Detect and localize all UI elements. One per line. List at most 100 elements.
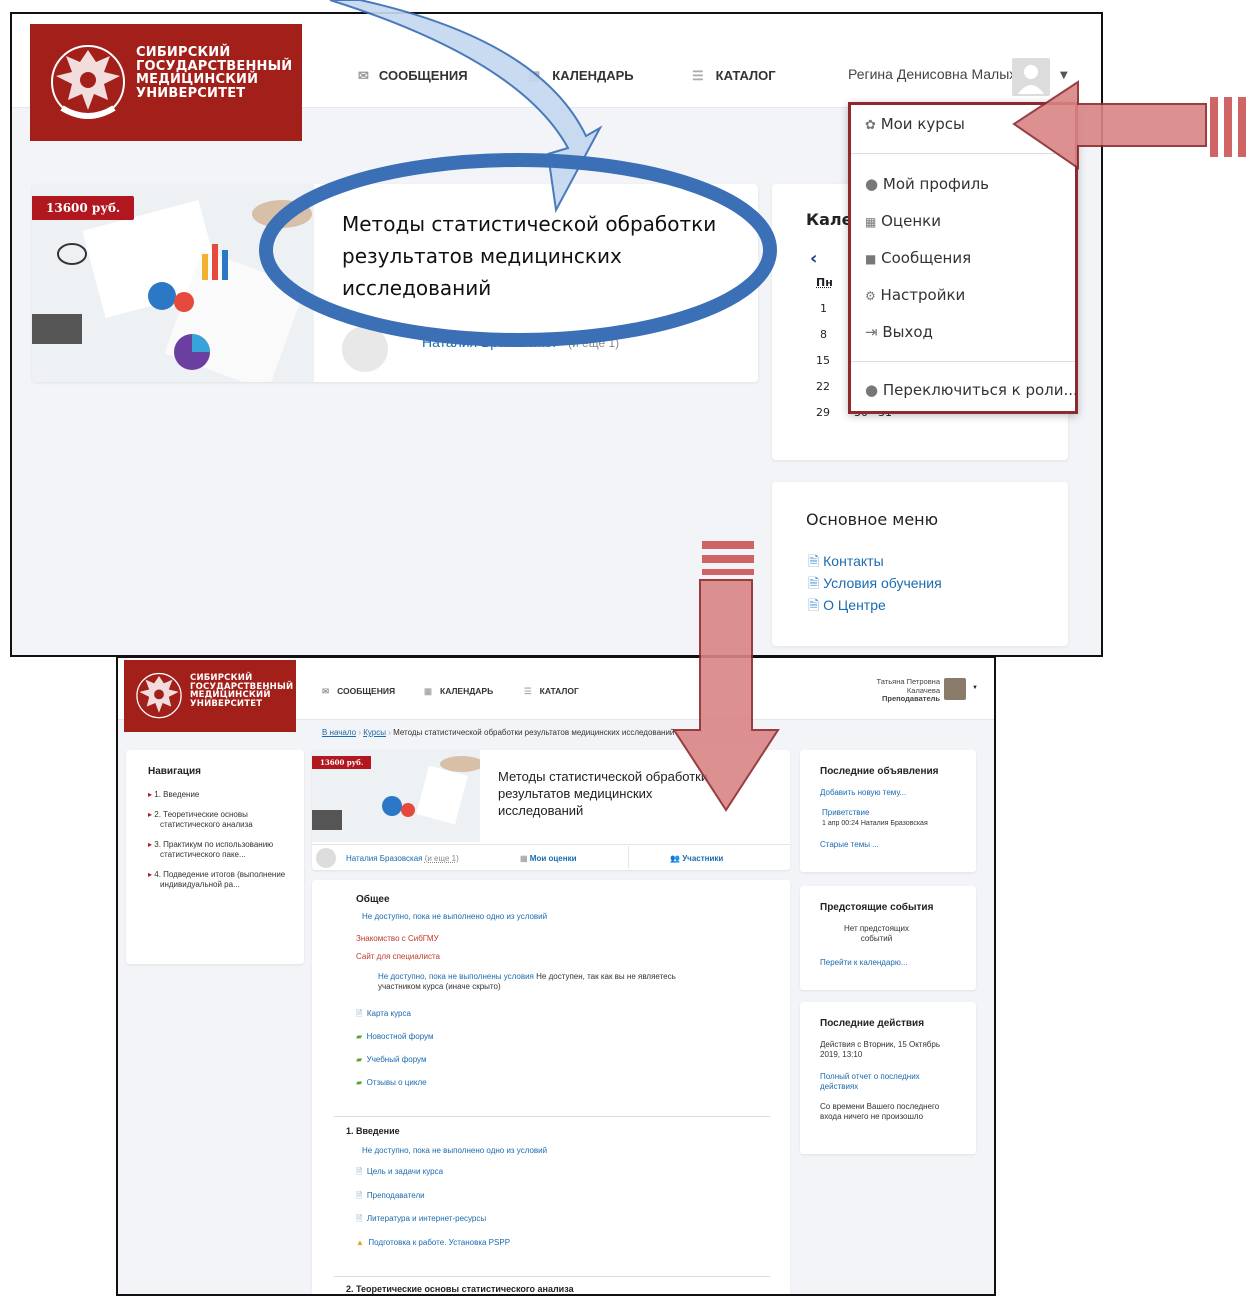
forum-icon: ▰	[356, 1078, 363, 1087]
course-card[interactable]: 13600 руб. Методы статистической обработ…	[32, 184, 758, 382]
dd-settings[interactable]: ⚙ Настройки	[865, 286, 965, 304]
page-icon: 🗎	[356, 1214, 363, 1223]
menu-item-contacts[interactable]: 🗎 Контакты	[808, 550, 942, 572]
full-report-link[interactable]: Полный отчет о последних действиях	[820, 1072, 920, 1092]
goto-calendar-link[interactable]: Перейти к календарю...	[820, 958, 908, 967]
more-teachers[interactable]: (и еще 1)	[568, 336, 619, 350]
restriction-details: Не доступно, пока не выполнены условия Н…	[378, 972, 676, 991]
nav-section-2[interactable]: ▸ 2. Теоретические основы статистическог…	[148, 810, 298, 830]
user-menu[interactable]: Татьяна Петровна Калачева Преподаватель	[858, 677, 940, 704]
caret-down-icon[interactable]: ▼	[972, 685, 978, 691]
page-icon: 🗎	[356, 1009, 363, 1018]
courses-icon: ✿	[865, 118, 876, 133]
events-block: Предстоящие события Нет предстоящих событ…	[800, 886, 976, 990]
cal-day[interactable]: 1	[820, 302, 827, 315]
nav-section-1[interactable]: ▸ 1. Введение	[148, 790, 298, 800]
old-topics-link[interactable]: Старые темы ...	[820, 840, 879, 849]
caret-down-icon[interactable]: ▼	[1060, 70, 1068, 81]
course-title: Методы статистической обработки результа…	[498, 769, 709, 818]
avatar[interactable]	[1012, 58, 1050, 96]
forum-feedback[interactable]: ▰ Отзывы о цикле	[356, 1071, 433, 1094]
breadcrumb: В начало › Курсы › Методы статистической…	[322, 728, 675, 737]
user-icon: ●	[865, 175, 879, 193]
my-grades-link[interactable]: ▦ Мои оценки	[520, 854, 577, 863]
chevron-left-icon[interactable]: ‹	[810, 248, 817, 269]
user-silhouette-icon	[1018, 65, 1044, 94]
grades-icon: ▦	[520, 854, 528, 863]
resource-course-map[interactable]: 🗎 Карта курса	[356, 1002, 433, 1025]
nav-messages[interactable]: ✉ СООБЩЕНИЯ	[358, 68, 468, 84]
teacher-link[interactable]: Наталия Бразовская (и еще 1)	[346, 854, 459, 863]
activity-since: Действия с Вторник, 15 Октябрь 2019, 13:1…	[820, 1040, 940, 1059]
navigation-block: Навигация ▸ 1. Введение ▸ 2. Теоретическ…	[126, 750, 304, 964]
dd-messages[interactable]: ■ Сообщения	[865, 249, 971, 267]
participants-link[interactable]: 👥 Участники	[670, 854, 723, 863]
restriction-note[interactable]: Не доступно, пока не выполнено одно из у…	[362, 1146, 547, 1155]
nav-section-3[interactable]: ▸ 3. Практикум по использованию статисти…	[148, 840, 298, 860]
bottom-logo[interactable]: СИБИРСКИЙ ГОСУДАРСТВЕННЫЙ МЕДИЦИНСКИЙ УНИВЕ…	[124, 660, 296, 732]
avatar[interactable]	[944, 678, 966, 700]
page-icon: 🗎	[808, 575, 820, 591]
specialist-link[interactable]: Сайт для специалиста	[356, 952, 440, 961]
user-dropdown-menu: ✿ Мои курсы ● Мой профиль ▦ Оценки ■ Соо…	[848, 102, 1078, 414]
nav-calendar[interactable]: ▦ КАЛЕНДАРЬ	[528, 68, 634, 84]
logo-text: СИБИРСКИЙ ГОСУДАРСТВЕННЫЙ МЕДИЦИНСКИЙ УНИВЕ…	[190, 673, 294, 709]
divider	[851, 361, 1075, 362]
news-post-link[interactable]: Приветствие	[822, 808, 869, 817]
dd-switch-role[interactable]: ● Переключиться к роли...	[865, 381, 1078, 399]
nav-catalog[interactable]: ☰ КАТАЛОГ	[524, 686, 579, 697]
users-icon: 👥	[670, 854, 680, 863]
dd-grades[interactable]: ▦ Оценки	[865, 212, 941, 230]
calendar-icon: ▦	[424, 686, 433, 696]
catalog-icon: ☰	[524, 686, 532, 696]
cal-day[interactable]: 8	[820, 328, 827, 341]
gear-icon: ⚙	[865, 289, 876, 303]
menu-item-terms[interactable]: 🗎 Условия обучения	[808, 572, 942, 594]
resource-pspp[interactable]: ▲ Подготовка к работе. Установка PSPP	[356, 1231, 510, 1255]
logo-text: СИБИРСКИЙ ГОСУДАРСТВЕННЫЙ МЕДИЦИНСКИЙ УНИВЕ…	[136, 45, 293, 101]
eagle-crest-icon	[136, 672, 182, 719]
course-title[interactable]: Методы статистической обработки результа…	[342, 208, 722, 304]
course-header-card: 13600 руб. Методы статистической обработ…	[312, 750, 790, 870]
sibgmu-link[interactable]: Знакомство с СибГМУ	[356, 934, 439, 943]
menu-item-about[interactable]: 🗎 О Центре	[808, 594, 942, 616]
breadcrumb-courses[interactable]: Курсы	[363, 728, 386, 737]
dd-logout[interactable]: ⇥ Выход	[865, 323, 933, 341]
forum-icon: ▰	[356, 1055, 363, 1064]
nav-messages[interactable]: ✉ СООБЩЕНИЯ	[322, 686, 395, 697]
section-intro-title: 1. Введение	[346, 1126, 400, 1136]
cal-day[interactable]: 29	[816, 406, 830, 419]
envelope-icon: ✉	[358, 68, 369, 83]
dd-my-courses[interactable]: ✿ Мои курсы	[865, 115, 965, 133]
news-title: Последние объявления	[820, 766, 939, 777]
forum-news[interactable]: ▰ Новостной форум	[356, 1025, 433, 1048]
add-topic-link[interactable]: Добавить новую тему...	[820, 788, 906, 797]
main-menu-card: Основное меню 🗎 Контакты 🗎 Условия обуче…	[772, 482, 1068, 646]
dd-profile[interactable]: ● Мой профиль	[865, 175, 989, 193]
section-general-title: Общее	[356, 894, 390, 905]
news-block: Последние объявления Добавить новую тему…	[800, 750, 976, 872]
restriction-note[interactable]: Не доступно, пока не выполнено одно из у…	[362, 912, 547, 921]
events-title: Предстоящие события	[820, 902, 934, 913]
breadcrumb-current: Методы статистической обработки результа…	[393, 728, 675, 737]
no-events: Нет предстоящих событий	[844, 924, 909, 943]
package-icon: ▲	[356, 1237, 364, 1247]
nav-section-4[interactable]: ▸ 4. Подведение итогов (выполнение индив…	[148, 870, 298, 890]
cal-day[interactable]: 22	[816, 380, 830, 393]
resource-goals[interactable]: 🗎 Цель и задачи курса	[356, 1160, 510, 1184]
activity-nothing: Со времени Вашего последнего входа ничего…	[820, 1102, 940, 1121]
cal-day[interactable]: 15	[816, 354, 830, 367]
page-icon: 🗎	[356, 1167, 363, 1176]
nav-calendar[interactable]: ▦ КАЛЕНДАРЬ	[424, 686, 493, 697]
nav-catalog[interactable]: ☰ КАТАЛОГ	[692, 68, 776, 84]
top-logo[interactable]: СИБИРСКИЙ ГОСУДАРСТВЕННЫЙ МЕДИЦИНСКИЙ УНИВЕ…	[30, 24, 302, 141]
user-name[interactable]: Регина Денисовна Малых	[848, 66, 1016, 82]
forum-study[interactable]: ▰ Учебный форум	[356, 1048, 433, 1071]
envelope-icon: ✉	[322, 686, 330, 696]
activity-title: Последние действия	[820, 1018, 925, 1029]
resource-literature[interactable]: 🗎 Литература и интернет-ресурсы	[356, 1207, 510, 1231]
breadcrumb-home[interactable]: В начало	[322, 728, 356, 737]
page-icon: 🗎	[356, 1190, 363, 1200]
resource-teachers[interactable]: 🗎 Преподаватели	[356, 1184, 510, 1208]
teacher-link[interactable]: Наталия Бразовская	[422, 334, 556, 350]
